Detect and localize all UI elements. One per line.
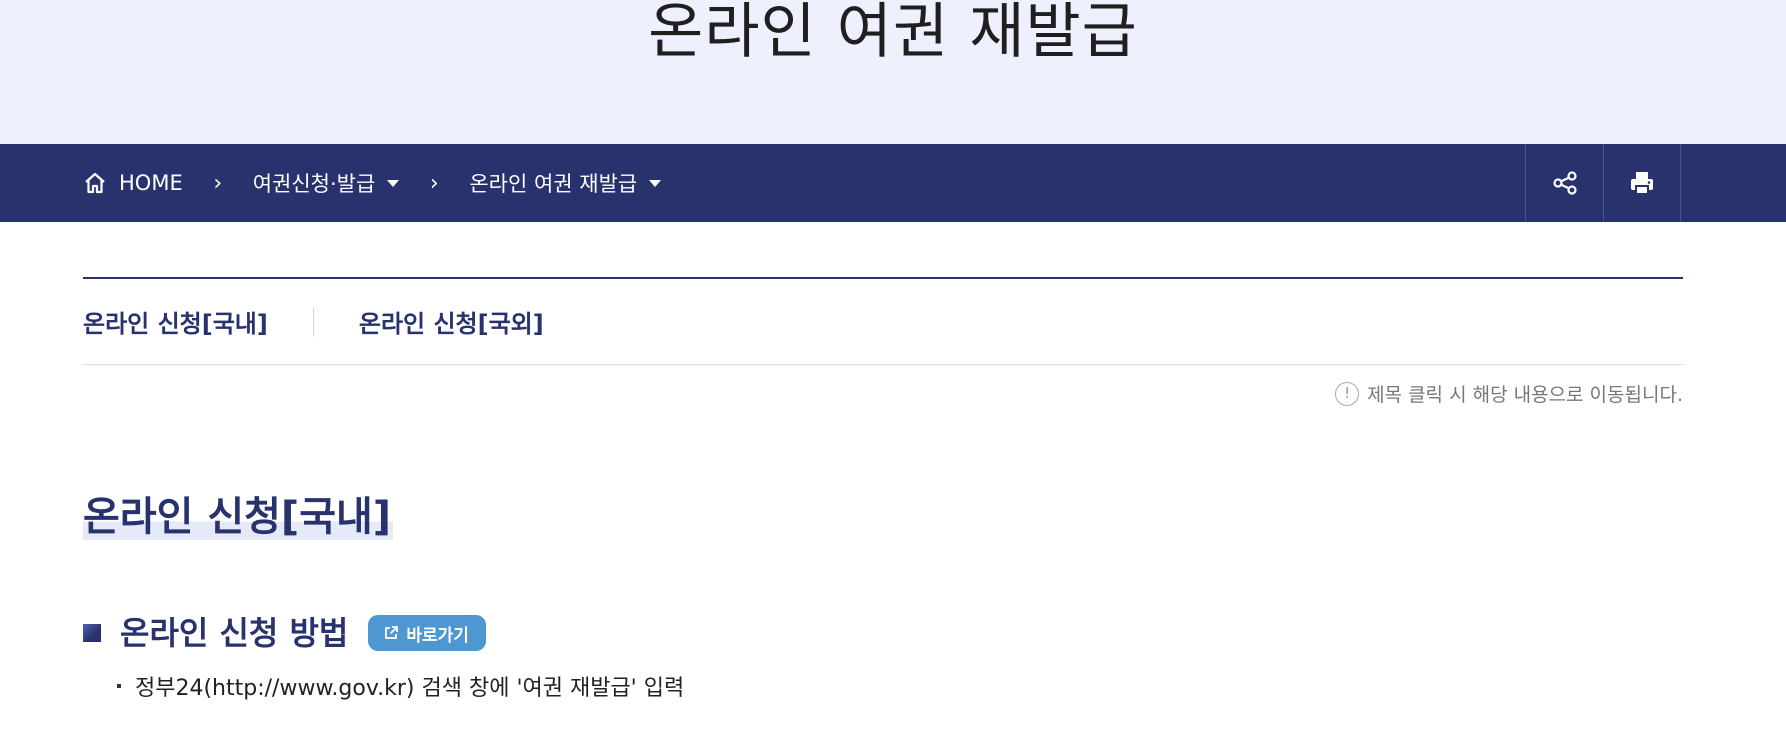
breadcrumb: HOME › 여권신청·발급 › 온라인 여권 재발급: [83, 144, 662, 222]
list-item: 정부24(http://www.gov.kr) 검색 창에 '여권 재발급' 입…: [117, 670, 684, 702]
section-heading-text: 온라인 신청[국내]: [83, 494, 394, 540]
section-tabs: 온라인 신청[국내] 온라인 신청[국외]: [83, 279, 1683, 365]
share-button[interactable]: [1525, 144, 1603, 222]
list-item-text: 정부24(http://www.gov.kr) 검색 창에 '여권 재발급' 입…: [135, 676, 685, 701]
subsection-title: 온라인 신청 방법: [120, 614, 349, 652]
tab-domestic[interactable]: 온라인 신청[국내]: [83, 304, 268, 339]
breadcrumb-level2-dropdown[interactable]: 온라인 여권 재발급: [469, 168, 662, 198]
caret-down-icon: [649, 179, 662, 187]
section-heading: 온라인 신청[국내]: [83, 491, 394, 543]
exclamation-icon: !: [1335, 381, 1360, 406]
page-title: 온라인 여권 재발급: [648, 0, 1138, 67]
shortcut-button-label: 바로가기: [406, 625, 469, 646]
breadcrumb-level2-label: 온라인 여권 재발급: [469, 172, 638, 196]
shortcut-button[interactable]: 바로가기: [368, 615, 486, 651]
print-button[interactable]: [1603, 144, 1681, 222]
share-icon: [1552, 171, 1577, 195]
breadcrumb-bar: HOME › 여권신청·발급 › 온라인 여권 재발급: [0, 144, 1786, 222]
bullet-dot-icon: [117, 684, 121, 688]
breadcrumb-level1-dropdown[interactable]: 여권신청·발급: [253, 168, 400, 198]
chevron-right-icon: ›: [213, 170, 223, 196]
square-bullet-icon: [83, 624, 101, 642]
hint-text: 제목 클릭 시 해당 내용으로 이동됩니다.: [1367, 384, 1683, 406]
breadcrumb-level1-label: 여권신청·발급: [252, 172, 376, 196]
breadcrumb-home-label: HOME: [119, 171, 183, 195]
print-icon: [1631, 172, 1653, 195]
tab-separator: [312, 306, 314, 337]
external-link-icon: [385, 626, 399, 639]
navigation-hint: ! 제목 클릭 시 해당 내용으로 이동됩니다.: [1335, 380, 1683, 407]
subsection-header: 온라인 신청 방법 바로가기: [83, 612, 486, 654]
chevron-right-icon: ›: [429, 170, 439, 196]
caret-down-icon: [387, 179, 400, 187]
tab-overseas[interactable]: 온라인 신청[국외]: [359, 304, 544, 339]
home-icon: [85, 172, 105, 194]
breadcrumb-home[interactable]: HOME: [83, 171, 183, 195]
page-header: 온라인 여권 재발급: [0, 0, 1786, 144]
